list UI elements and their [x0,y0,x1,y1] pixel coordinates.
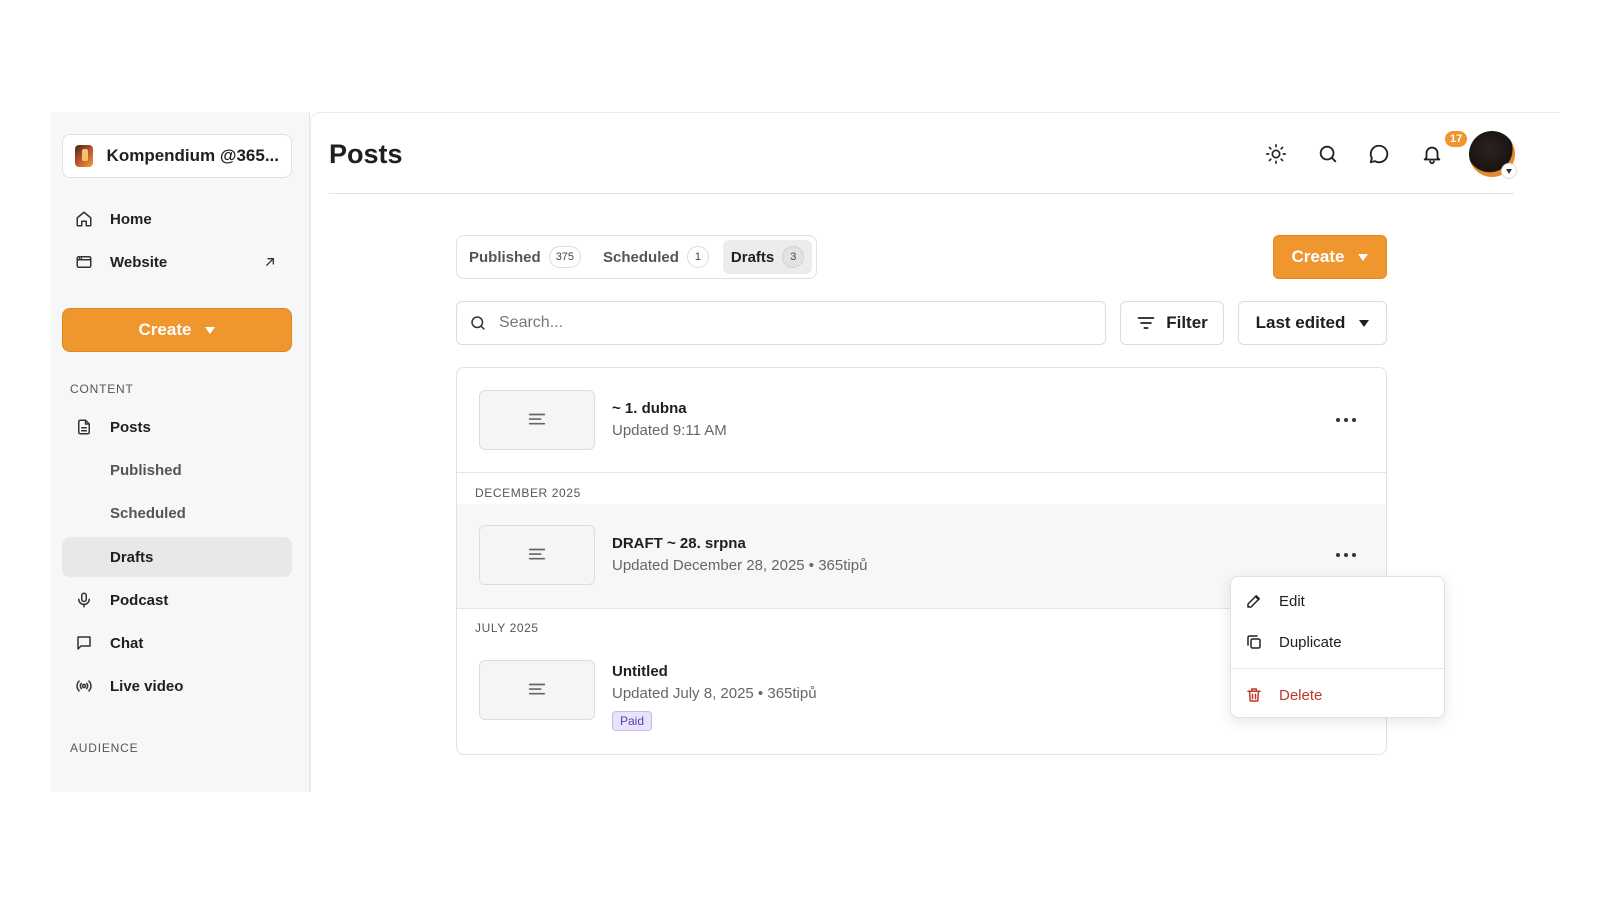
post-context-menu: Edit Duplicate Delete [1230,576,1445,718]
tab-count: 1 [686,246,709,268]
menu-item-delete[interactable]: Delete [1231,675,1444,715]
sidebar-item-label: Posts [110,418,151,436]
post-title: DRAFT ~ 28. srpna [612,535,746,552]
sort-dropdown[interactable]: Last edited [1238,301,1387,345]
more-options-button[interactable] [1331,408,1361,432]
create-label: Create [1291,247,1345,266]
sidebar-item-website[interactable]: Website [62,242,292,282]
more-options-button[interactable] [1331,543,1361,567]
post-thumbnail [479,390,595,450]
tab-drafts[interactable]: Drafts 3 [722,240,813,274]
sidebar-item-label: Chat [110,634,144,652]
post-meta: Updated December 28, 2025 • 365tipů [612,557,868,574]
external-link-icon [266,258,274,266]
more-horizontal-icon [1336,418,1356,422]
sidebar-item-label: Podcast [110,591,169,609]
messages-button[interactable] [1366,141,1392,167]
sort-label: Last edited [1255,313,1346,332]
notification-badge: 17 [1443,129,1470,149]
post-meta: Updated July 8, 2025 • 365tipů [612,685,817,702]
pencil-icon [1247,595,1260,608]
sidebar-item-chat[interactable]: Chat [62,623,292,663]
caret-down-icon [1358,253,1369,261]
menu-item-label: Duplicate [1279,633,1342,651]
tab-count: 375 [548,246,582,268]
sidebar-item-home[interactable]: Home [62,199,292,239]
chat-bubble-icon [1369,144,1389,164]
search-icon [1319,145,1337,163]
page-title: Posts [329,139,403,169]
more-horizontal-icon [1336,553,1356,557]
sidebar-create-button[interactable]: Create [62,308,292,352]
post-thumbnail [479,660,595,720]
microphone-icon [74,590,94,610]
tab-scheduled[interactable]: Scheduled 1 [595,240,717,274]
sidebar-item-label: Website [110,253,168,271]
sidebar-item-podcast[interactable]: Podcast [62,580,292,620]
theme-toggle-button[interactable] [1263,141,1289,167]
create-label: Create [138,320,192,339]
filter-icon [1137,317,1155,329]
post-title: ~ 1. dubna [612,400,687,417]
group-label-december: DECEMBER 2025 [475,486,581,500]
sidebar-item-posts[interactable]: Posts [62,407,292,447]
list-item[interactable]: ~ 1. dubna Updated 9:11 AM [457,368,1386,472]
menu-item-label: Edit [1279,592,1305,610]
trash-icon [1247,688,1261,702]
post-status-tabs: Published 375 Scheduled 1 Drafts 3 [456,235,818,279]
chat-icon [74,633,94,653]
sidebar-item-drafts[interactable]: Drafts [62,537,292,577]
header-divider [329,193,1514,194]
filter-button[interactable]: Filter [1120,301,1224,345]
sun-icon [1266,144,1286,164]
broadcast-icon [74,676,94,696]
text-lines-icon [528,413,546,425]
publication-switcher[interactable]: Kompendium @365... [62,134,292,178]
sidebar-item-scheduled[interactable]: Scheduled [62,493,292,533]
caret-down-icon [205,326,216,334]
tab-label: Published [469,248,541,266]
sidebar: Kompendium @365... Home Website Create C… [50,112,310,792]
search-button[interactable] [1315,141,1341,167]
create-post-button[interactable]: Create [1273,235,1387,279]
bell-icon [1423,146,1441,165]
tab-count: 3 [782,246,805,268]
menu-divider [1231,668,1444,669]
sidebar-item-published[interactable]: Published [62,450,292,490]
search-box [456,301,1106,345]
post-title: Untitled [612,663,668,680]
home-icon [74,209,94,229]
notifications-button[interactable] [1419,141,1445,167]
search-input[interactable] [499,314,1079,332]
section-label-content: CONTENT [70,382,134,396]
browser-window-icon [74,252,94,272]
tab-label: Scheduled [603,248,679,266]
filter-label: Filter [1166,313,1208,332]
post-meta: Updated 9:11 AM [612,422,727,439]
post-thumbnail [479,525,595,585]
row-divider [457,472,1386,473]
tab-label: Drafts [730,248,775,266]
paid-badge: Paid [612,711,653,731]
text-lines-icon [528,683,546,695]
publication-name: Kompendium @365... [106,146,279,165]
sidebar-item-label: Home [110,210,152,228]
publication-logo [75,145,93,167]
copy-icon [1247,635,1261,649]
menu-item-edit[interactable]: Edit [1231,581,1444,621]
search-icon [471,316,485,330]
group-label-july: JULY 2025 [475,621,539,635]
text-lines-icon [528,548,546,560]
section-label-audience: AUDIENCE [70,741,139,755]
caret-down-icon [1359,319,1370,327]
menu-item-label: Delete [1279,686,1323,704]
avatar-caret-icon[interactable] [1501,163,1517,179]
document-icon [74,417,94,437]
sidebar-item-label: Live video [110,677,184,695]
tab-published[interactable]: Published 375 [461,240,589,274]
menu-item-duplicate[interactable]: Duplicate [1231,622,1444,662]
sidebar-item-live-video[interactable]: Live video [62,666,292,706]
